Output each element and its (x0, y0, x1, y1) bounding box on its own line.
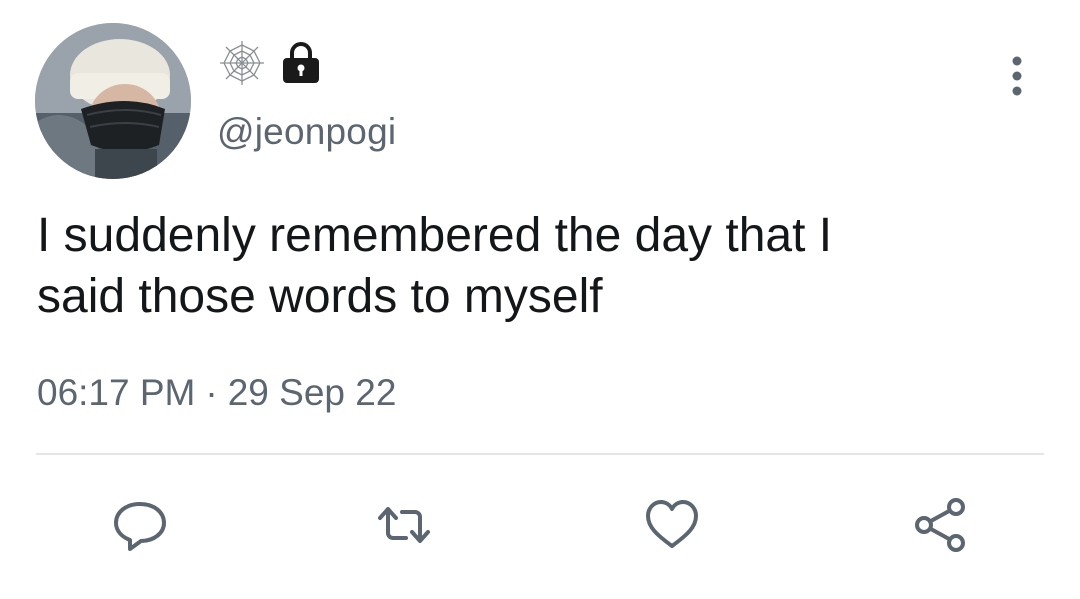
lock-icon (283, 42, 319, 83)
tweet-time: 06:17 PM (37, 372, 196, 413)
divider (36, 453, 1044, 455)
more-vertical-icon (1012, 56, 1022, 96)
tweet-timestamp[interactable]: 06:17 PM · 29 Sep 22 (37, 372, 396, 414)
user-badges (217, 39, 323, 87)
tweet-text: I suddenly remembered the day that I sai… (37, 209, 833, 323)
user-handle[interactable]: @jeonpogi (217, 111, 396, 153)
reply-button[interactable] (110, 495, 170, 555)
retweet-icon (378, 507, 430, 543)
share-icon (915, 498, 965, 552)
like-icon (646, 500, 698, 548)
spider-web-icon (220, 41, 264, 85)
meta-separator: · (205, 372, 218, 413)
like-button[interactable] (642, 495, 702, 555)
avatar-image (35, 23, 191, 179)
reply-icon (114, 502, 166, 551)
tweet-date: 29 Sep 22 (227, 372, 397, 413)
retweet-button[interactable] (374, 495, 434, 555)
avatar[interactable] (35, 23, 191, 179)
more-options-button[interactable] (1002, 53, 1032, 99)
share-button[interactable] (910, 495, 970, 555)
